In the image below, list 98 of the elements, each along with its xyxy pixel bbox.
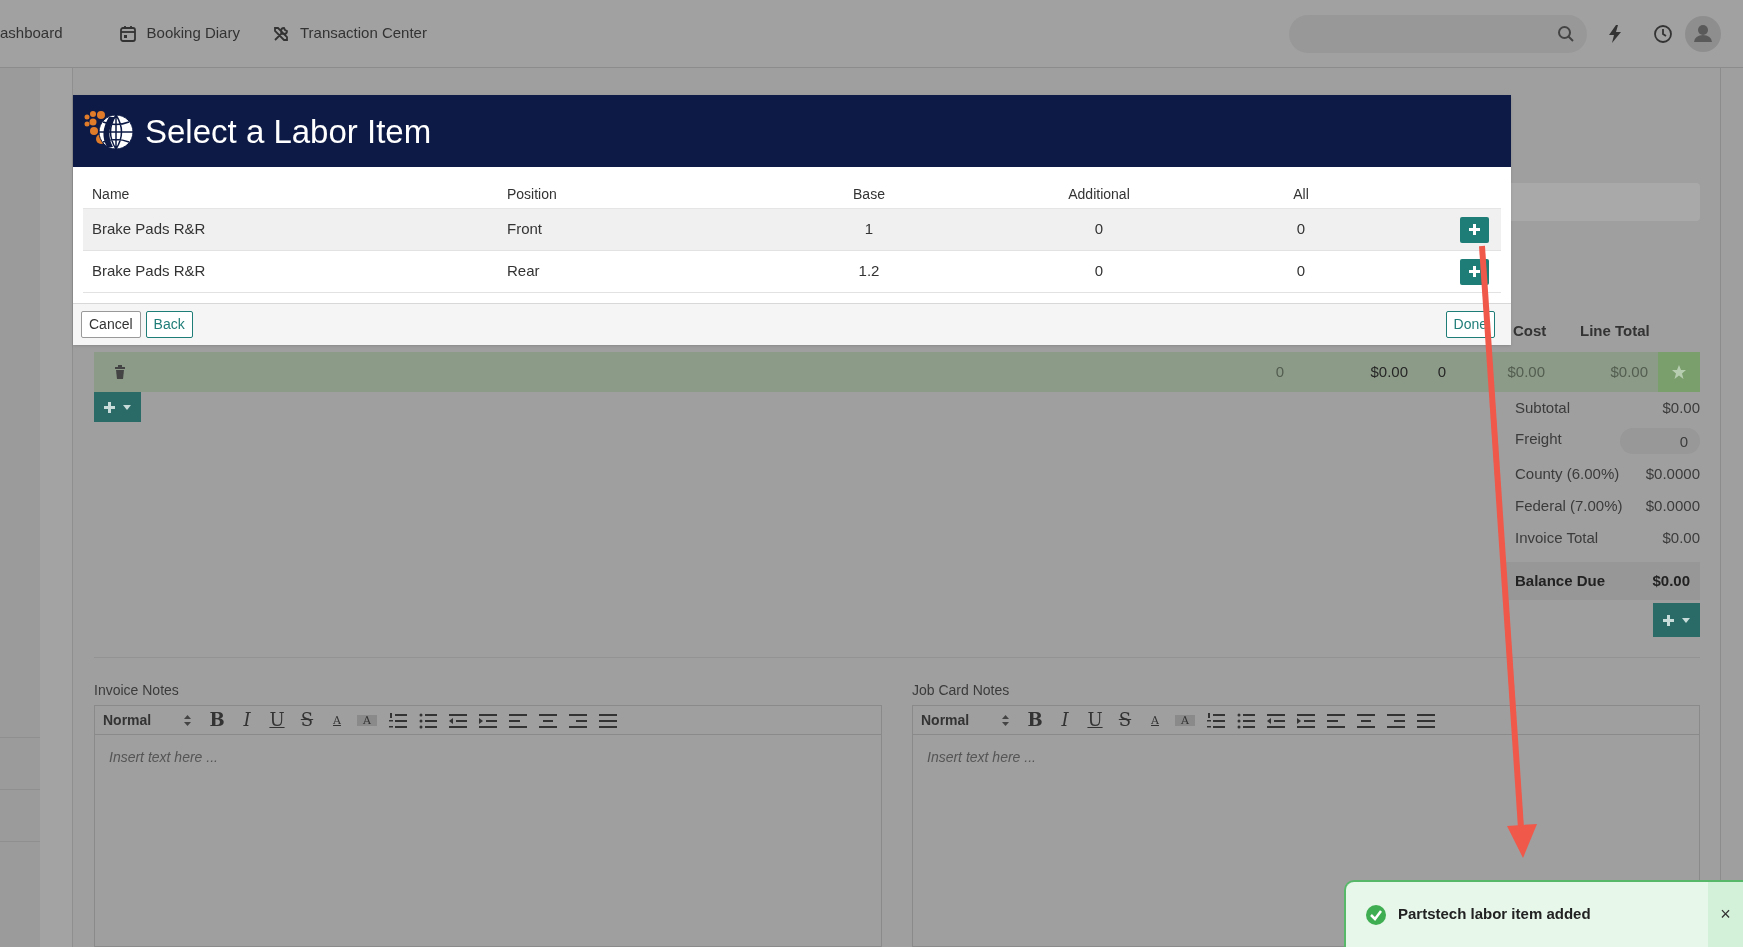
format-dropdown[interactable]: Normal xyxy=(103,709,191,731)
freight-input[interactable]: 0 xyxy=(1620,428,1700,454)
totals-value: $0.0000 xyxy=(1645,463,1700,484)
totals-value: $0.00 xyxy=(1652,570,1690,591)
table-cell-text: 0 xyxy=(1093,219,1105,240)
labor-row[interactable]: Brake Pads R&R Front 1 0 0 xyxy=(83,209,1501,251)
format-button[interactable]: A xyxy=(1145,714,1165,726)
format-dropdown[interactable]: Normal xyxy=(921,709,1009,731)
plus-icon xyxy=(1469,224,1480,235)
dialog-button[interactable]: Back xyxy=(145,311,193,338)
close-button[interactable]: × xyxy=(1708,882,1743,947)
plus-icon xyxy=(104,401,115,413)
table-cell-text: $0.00 xyxy=(1506,361,1545,382)
indent-icon[interactable] xyxy=(1297,711,1315,729)
outdent-icon[interactable] xyxy=(1267,711,1285,729)
caret-icon xyxy=(123,404,131,410)
star-button[interactable] xyxy=(1658,352,1700,392)
align-center-icon[interactable] xyxy=(1357,711,1375,729)
totals-label: Subtotal xyxy=(1515,397,1571,418)
plus-icon xyxy=(1663,614,1674,626)
column-header: All xyxy=(1292,185,1310,204)
column-header: Position xyxy=(506,185,558,204)
star-icon xyxy=(1672,365,1686,379)
tools-icon xyxy=(271,24,290,43)
format-button[interactable]: U xyxy=(1085,711,1105,729)
dialog-button[interactable]: Cancel xyxy=(81,311,141,338)
format-button[interactable]: A xyxy=(357,714,377,726)
justify-icon[interactable] xyxy=(1417,711,1435,729)
caret-icon xyxy=(1682,617,1690,623)
sort-arrows-icon xyxy=(184,714,191,726)
format-button[interactable]: A xyxy=(1175,714,1195,726)
calendar-icon xyxy=(118,24,137,43)
format-button[interactable]: B xyxy=(1025,711,1045,729)
lightning-icon[interactable] xyxy=(1607,23,1623,44)
table-cell-text: 1.2 xyxy=(857,261,881,282)
totals-value: $0.00 xyxy=(1662,397,1700,418)
format-button[interactable]: S xyxy=(297,711,317,729)
format-button[interactable]: A xyxy=(327,714,347,726)
text-area[interactable]: Insert text here ... xyxy=(94,735,882,947)
ordered-list-icon[interactable] xyxy=(1207,711,1225,729)
editor-label: Job Card Notes xyxy=(912,681,1011,700)
table-cell-text: 0 xyxy=(1274,361,1284,382)
column-header: Name xyxy=(91,185,131,204)
table-cell-text: 0 xyxy=(1295,261,1307,282)
column-header: Base xyxy=(852,185,886,204)
editor-label: Invoice Notes xyxy=(94,681,180,700)
add-button[interactable] xyxy=(1460,216,1489,243)
table-cell-text: Brake Pads R&R xyxy=(91,261,207,282)
outdent-icon[interactable] xyxy=(449,711,467,729)
table-cell-text: 0 xyxy=(1436,361,1446,382)
justify-icon[interactable] xyxy=(599,711,617,729)
check-circle-icon xyxy=(1366,904,1386,925)
table-cell-text: 0 xyxy=(1295,219,1307,240)
plus-icon xyxy=(1469,266,1480,277)
toast-message: Partstech labor item added xyxy=(1398,904,1592,925)
totals-value: $0.0000 xyxy=(1645,495,1700,516)
totals-label: Balance Due xyxy=(1515,570,1606,591)
column-header: Line Total xyxy=(1580,320,1651,341)
search-field[interactable] xyxy=(1289,14,1587,53)
align-right-icon[interactable] xyxy=(569,711,587,729)
nav-link[interactable]: Booking Diary xyxy=(118,22,272,45)
align-right-icon[interactable] xyxy=(1387,711,1405,729)
table-cell-text: Front xyxy=(506,219,543,240)
totals-label: County (6.00%) xyxy=(1515,463,1620,484)
trash-icon[interactable] xyxy=(114,365,126,379)
table-cell-text: 1 xyxy=(863,219,875,240)
table-cell-text: $0.00 xyxy=(1369,361,1408,382)
totals-value: $0.00 xyxy=(1662,527,1700,548)
add-button[interactable] xyxy=(1653,603,1700,637)
format-button[interactable]: S xyxy=(1115,711,1135,729)
align-center-icon[interactable] xyxy=(539,711,557,729)
table-cell-text: Brake Pads R&R xyxy=(91,219,207,240)
align-left-icon[interactable] xyxy=(1327,711,1345,729)
bullet-list-icon[interactable] xyxy=(419,711,437,729)
nav-link[interactable]: ashboard xyxy=(0,22,109,45)
column-header: Additional xyxy=(1067,185,1131,204)
table-cell-text: 0 xyxy=(1093,261,1105,282)
clock-icon[interactable] xyxy=(1653,23,1673,44)
format-button[interactable]: U xyxy=(267,711,287,729)
add-button[interactable] xyxy=(94,392,141,422)
column-header: Cost xyxy=(1513,320,1548,341)
avatar-icon[interactable] xyxy=(1685,15,1721,52)
ordered-list-icon[interactable] xyxy=(389,711,407,729)
totals-label: Invoice Total xyxy=(1515,527,1599,548)
table-cell-text: $0.00 xyxy=(1609,361,1648,382)
sort-arrows-icon xyxy=(1002,714,1009,726)
format-button[interactable]: B xyxy=(207,711,227,729)
bullet-list-icon[interactable] xyxy=(1237,711,1255,729)
align-left-icon[interactable] xyxy=(509,711,527,729)
search-icon[interactable] xyxy=(1557,24,1575,43)
indent-icon[interactable] xyxy=(479,711,497,729)
format-button[interactable]: I xyxy=(237,711,257,729)
nav-link[interactable]: Transaction Center xyxy=(271,22,427,45)
table-cell-text: Rear xyxy=(506,261,541,282)
totals-label: Federal (7.00%) xyxy=(1515,495,1623,516)
format-button[interactable]: I xyxy=(1055,711,1075,729)
dialog-title: Select a Labor Item xyxy=(145,114,432,148)
totals-label: Freight xyxy=(1515,428,1562,449)
